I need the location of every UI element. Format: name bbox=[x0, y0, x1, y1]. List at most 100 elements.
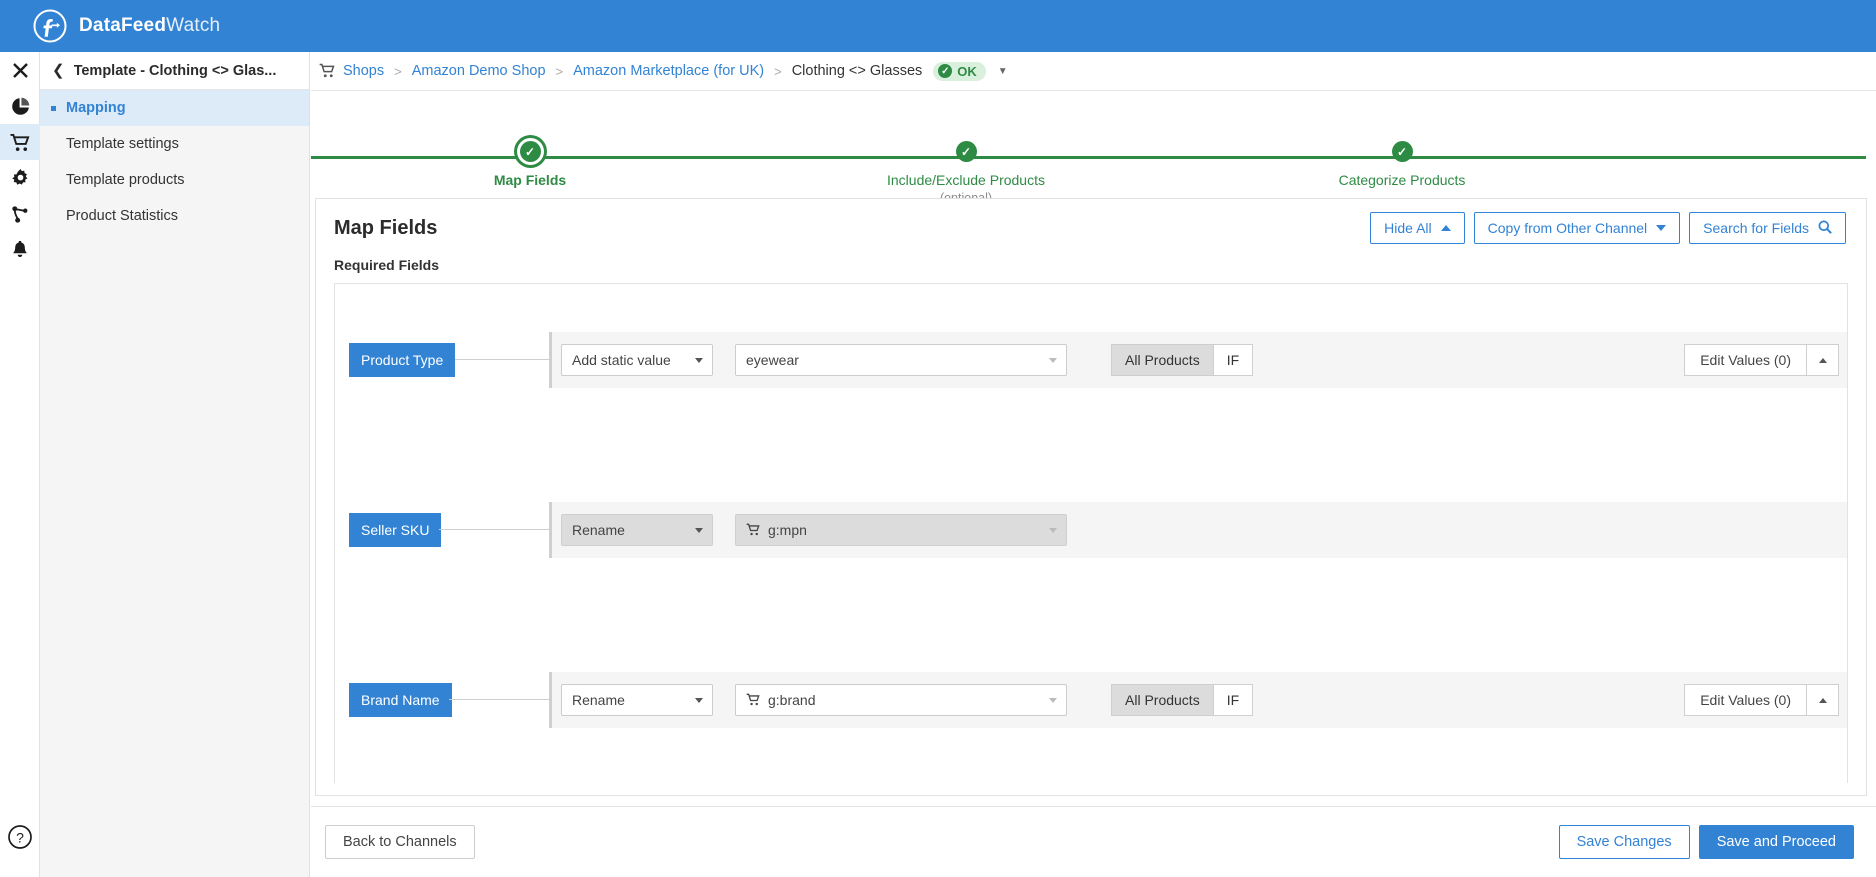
field-chip-seller-sku[interactable]: Seller SKU bbox=[349, 513, 442, 547]
brand-name-bold: DataFeed bbox=[79, 15, 167, 36]
scope-all-products-button[interactable]: All Products bbox=[1111, 684, 1214, 716]
step-categorize-products[interactable]: ✓ Categorize Products bbox=[1272, 141, 1532, 191]
save-changes-button[interactable]: Save Changes bbox=[1558, 825, 1690, 859]
chevron-down-icon bbox=[1049, 527, 1057, 533]
operation-select[interactable]: Add static value bbox=[561, 344, 713, 376]
row-right-actions: Edit Values (0) bbox=[1684, 684, 1839, 716]
table-row: Product Type Add static value eyewear Al… bbox=[335, 284, 1847, 454]
caret-up-icon bbox=[1818, 357, 1827, 363]
search-for-fields-label: Search for Fields bbox=[1703, 220, 1809, 236]
page-title: Map Fields bbox=[334, 216, 438, 239]
share-branch-icon[interactable] bbox=[0, 196, 40, 232]
card-header: Map Fields Hide All Copy from Other Chan… bbox=[316, 199, 1866, 257]
step-include-exclude-products[interactable]: ✓ Include/Exclude Products (optional) bbox=[836, 141, 1096, 205]
close-icon[interactable] bbox=[0, 52, 40, 88]
sidebar-item-label: Template settings bbox=[66, 136, 179, 152]
gear-icon[interactable] bbox=[0, 160, 40, 196]
operation-select-value: Rename bbox=[572, 522, 625, 538]
breadcrumb-separator: > bbox=[394, 63, 402, 79]
breadcrumb-item-current: Clothing <> Glasses bbox=[791, 63, 923, 79]
hide-all-button[interactable]: Hide All bbox=[1370, 212, 1465, 244]
scope-all-products-button[interactable]: All Products bbox=[1111, 344, 1214, 376]
shopping-cart-icon[interactable] bbox=[0, 124, 40, 160]
status-badge: ✓ OK bbox=[933, 61, 986, 81]
sidebar-item-product-statistics[interactable]: Product Statistics bbox=[40, 198, 309, 234]
field-chip-product-type[interactable]: Product Type bbox=[349, 343, 456, 377]
scope-if-label: IF bbox=[1226, 692, 1240, 708]
value-select[interactable]: eyewear bbox=[735, 344, 1067, 376]
copy-from-other-channel-button[interactable]: Copy from Other Channel bbox=[1473, 212, 1681, 244]
row-controls: Rename g:brand All Products IF Edit Valu… bbox=[561, 680, 1839, 720]
breadcrumb: Shops > Amazon Demo Shop > Amazon Market… bbox=[311, 52, 1876, 91]
datafeedwatch-logo-icon bbox=[32, 8, 68, 44]
scope-toggle: All Products IF bbox=[1111, 344, 1254, 376]
breadcrumb-item-shops[interactable]: Shops bbox=[343, 63, 384, 79]
map-fields-card: Map Fields Hide All Copy from Other Chan… bbox=[315, 198, 1867, 796]
step-label: Include/Exclude Products bbox=[887, 172, 1045, 188]
chevron-down-icon bbox=[695, 697, 703, 703]
sidebar-item-template-settings[interactable]: Template settings bbox=[40, 126, 309, 162]
main-content: Shops > Amazon Demo Shop > Amazon Market… bbox=[311, 52, 1876, 877]
value-select-value: g:brand bbox=[768, 692, 816, 708]
save-and-proceed-button[interactable]: Save and Proceed bbox=[1698, 825, 1854, 859]
value-select[interactable]: g:mpn bbox=[735, 514, 1067, 546]
shopping-cart-icon bbox=[746, 693, 761, 709]
sidebar-title: Template - Clothing <> Glas... bbox=[73, 62, 277, 79]
template-sidebar: ❮ Template - Clothing <> Glas... Mapping… bbox=[40, 52, 310, 877]
edit-values-button[interactable]: Edit Values (0) bbox=[1684, 344, 1807, 376]
edit-values-button[interactable]: Edit Values (0) bbox=[1684, 684, 1807, 716]
search-icon bbox=[1818, 220, 1832, 237]
connector-line bbox=[439, 529, 549, 530]
row-collapse-button[interactable] bbox=[1807, 684, 1839, 716]
connector-line bbox=[449, 699, 549, 700]
check-circle-icon: ✓ bbox=[938, 64, 953, 78]
mapping-rows: Product Type Add static value eyewear Al… bbox=[334, 283, 1848, 783]
search-for-fields-button[interactable]: Search for Fields bbox=[1689, 212, 1846, 244]
breadcrumb-item-shop[interactable]: Amazon Demo Shop bbox=[412, 63, 546, 79]
check-icon: ✓ bbox=[1391, 141, 1413, 162]
bell-icon[interactable] bbox=[0, 232, 40, 268]
footer-actions: Back to Channels Save Changes Save and P… bbox=[311, 806, 1876, 877]
progress-stepper: ✓ Map Fields ✓ Include/Exclude Products … bbox=[311, 91, 1876, 205]
brand-name-light: Watch bbox=[166, 15, 221, 36]
field-chip-brand-name[interactable]: Brand Name bbox=[349, 683, 452, 717]
hide-all-label: Hide All bbox=[1384, 220, 1432, 236]
section-label-required-fields: Required Fields bbox=[334, 257, 440, 273]
breadcrumb-separator: > bbox=[774, 63, 782, 79]
brand-name: DataFeedWatch bbox=[79, 15, 220, 37]
field-chip-label: Brand Name bbox=[361, 692, 440, 708]
operation-select[interactable]: Rename bbox=[561, 514, 713, 546]
scope-if-label: IF bbox=[1226, 352, 1240, 368]
brand-logo[interactable]: DataFeedWatch bbox=[32, 8, 220, 44]
operation-select[interactable]: Rename bbox=[561, 684, 713, 716]
chevron-down-icon bbox=[695, 527, 703, 533]
scope-if-button[interactable]: IF bbox=[1213, 344, 1254, 376]
scope-if-button[interactable]: IF bbox=[1213, 684, 1254, 716]
step-map-fields[interactable]: ✓ Map Fields bbox=[400, 141, 660, 191]
edit-values-label: Edit Values (0) bbox=[1700, 352, 1791, 368]
value-select[interactable]: g:brand bbox=[735, 684, 1067, 716]
copy-from-other-channel-label: Copy from Other Channel bbox=[1487, 220, 1648, 236]
table-row: Brand Name Rename g:brand All Products I… bbox=[335, 624, 1847, 783]
shopping-cart-icon bbox=[319, 63, 336, 83]
back-to-channels-button[interactable]: Back to Channels bbox=[325, 825, 475, 859]
help-button[interactable]: ? bbox=[0, 824, 40, 850]
chevron-left-icon[interactable]: ❮ bbox=[52, 63, 65, 78]
pie-chart-icon[interactable] bbox=[0, 88, 40, 124]
row-right-actions: Edit Values (0) bbox=[1684, 344, 1839, 376]
card-actions: Hide All Copy from Other Channel Search … bbox=[1370, 212, 1846, 244]
svg-text:?: ? bbox=[16, 829, 24, 845]
sidebar-item-mapping[interactable]: Mapping bbox=[40, 90, 309, 126]
bullet-icon bbox=[51, 105, 56, 111]
row-collapse-button[interactable] bbox=[1807, 344, 1839, 376]
row-controls: Rename g:mpn bbox=[561, 510, 1839, 550]
sidebar-item-label: Mapping bbox=[66, 100, 126, 116]
breadcrumb-item-channel[interactable]: Amazon Marketplace (for UK) bbox=[573, 63, 764, 79]
footer-right: Save Changes Save and Proceed bbox=[1558, 825, 1854, 859]
sidebar-item-label: Product Statistics bbox=[66, 208, 179, 224]
step-label: Map Fields bbox=[493, 172, 567, 188]
top-brand-bar: DataFeedWatch bbox=[0, 0, 1876, 52]
chevron-down-icon[interactable]: ▼ bbox=[998, 66, 1008, 77]
icon-rail: ? bbox=[0, 52, 40, 877]
sidebar-item-template-products[interactable]: Template products bbox=[40, 162, 309, 198]
